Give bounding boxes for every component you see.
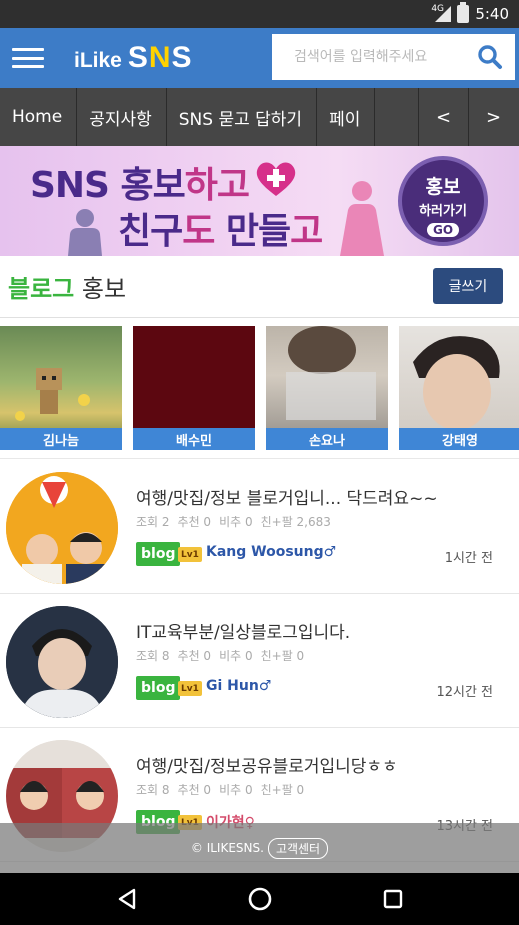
nav-next-button[interactable]: > xyxy=(468,88,518,146)
category-nav: Home 공지사항 SNS 묻고 답하기 페이 < > xyxy=(0,88,519,146)
status-bar: 4G 5:40 xyxy=(0,0,519,28)
search-box xyxy=(272,34,515,80)
app-header: iLike SNS xyxy=(0,28,519,88)
heart-plus-icon xyxy=(256,162,296,196)
tab-home[interactable]: Home xyxy=(0,88,78,146)
level-badge: Lv1 xyxy=(178,681,202,696)
woman-figure-icon xyxy=(340,181,384,256)
post-stats: 조회 2 추천 0 비추 0 친+팔 2,683 xyxy=(136,515,331,529)
site-logo[interactable]: iLike SNS xyxy=(74,41,193,75)
divider xyxy=(0,458,519,459)
post-title[interactable]: 여행/맛집/정보공유블로거입니당ㅎㅎ xyxy=(136,752,398,777)
level-badge: Lv1 xyxy=(178,547,202,562)
author-name[interactable]: Gi Hun♂ xyxy=(206,678,271,694)
logo-main: SNS xyxy=(127,41,193,74)
featured-blogs: 김나늠 배수민 손요나 강태영 xyxy=(0,326,519,450)
thumb-caption: 배수민 xyxy=(133,428,255,450)
author-name[interactable]: Kang Woosung♂ xyxy=(206,544,336,560)
avatar xyxy=(6,472,118,584)
featured-blog-card[interactable]: 김나늠 xyxy=(0,326,122,450)
footer-bar: © ILIKESNS. 고객센터 xyxy=(0,823,519,873)
clock: 5:40 xyxy=(475,5,509,23)
thumb-caption: 김나늠 xyxy=(0,428,122,450)
copyright-text: © ILIKESNS. xyxy=(190,841,264,855)
featured-blog-card[interactable]: 손요나 xyxy=(266,326,388,450)
thumb-caption: 강태영 xyxy=(399,428,519,450)
write-button[interactable]: 글쓰기 xyxy=(433,268,503,304)
blog-badge: blog xyxy=(136,676,181,700)
post-time: 12시간 전 xyxy=(436,685,493,700)
go-promote-button[interactable]: 홍보 하러가기 GO xyxy=(398,156,488,246)
tab-more[interactable]: 페이 xyxy=(317,88,376,146)
avatar xyxy=(6,606,118,718)
customer-center-button[interactable]: 고객센터 xyxy=(267,837,329,859)
list-item[interactable]: IT교육부분/일상블로그입니다. 조회 8 추천 0 비추 0 친+팔 0 blog … xyxy=(0,594,519,728)
section-title: 블로그 홍보 xyxy=(8,275,127,303)
post-stats: 조회 8 추천 0 비추 0 친+팔 0 xyxy=(136,783,305,797)
logo-prefix: iLike xyxy=(74,49,122,72)
featured-blog-card[interactable]: 강태영 xyxy=(399,326,519,450)
post-title[interactable]: 여행/맛집/정보 블로거입니... 닥드려요~~ xyxy=(136,484,438,509)
battery-icon xyxy=(457,2,470,23)
promo-banner[interactable]: SNS 홍보하고 친구도 만들고 홍보 하러가기 GO xyxy=(0,146,519,256)
banner-line1: SNS 홍보하고 xyxy=(30,165,250,206)
back-icon[interactable] xyxy=(107,879,147,919)
home-icon[interactable] xyxy=(240,879,280,919)
network-type: 4G xyxy=(431,4,445,14)
post-time: 1시간 전 xyxy=(444,551,493,566)
thumb-caption: 손요나 xyxy=(266,428,388,450)
list-item[interactable]: 여행/맛집/정보 블로거입니... 닥드려요~~ 조회 2 추천 0 비추 0 친+팔… xyxy=(0,460,519,594)
menu-icon[interactable] xyxy=(10,44,46,72)
blog-badge: blog xyxy=(136,542,181,566)
tab-notice[interactable]: 공지사항 xyxy=(77,88,167,146)
search-input[interactable] xyxy=(272,34,467,80)
search-button[interactable] xyxy=(467,34,513,80)
featured-blog-card[interactable]: 배수민 xyxy=(133,326,255,450)
signal-icon: 4G xyxy=(431,4,452,22)
man-figure-icon xyxy=(68,209,102,256)
post-stats: 조회 8 추천 0 비추 0 친+팔 0 xyxy=(136,649,305,663)
search-icon xyxy=(478,45,502,69)
post-title[interactable]: IT교육부분/일상블로그입니다. xyxy=(136,618,350,643)
nav-prev-button[interactable]: < xyxy=(418,88,468,146)
system-nav-bar xyxy=(0,873,519,925)
tab-sns-qna[interactable]: SNS 묻고 답하기 xyxy=(167,88,318,146)
banner-line2: 친구도 만들고 xyxy=(118,211,323,252)
recents-icon[interactable] xyxy=(373,879,413,919)
section-header: 블로그 홍보 글쓰기 xyxy=(0,256,519,318)
